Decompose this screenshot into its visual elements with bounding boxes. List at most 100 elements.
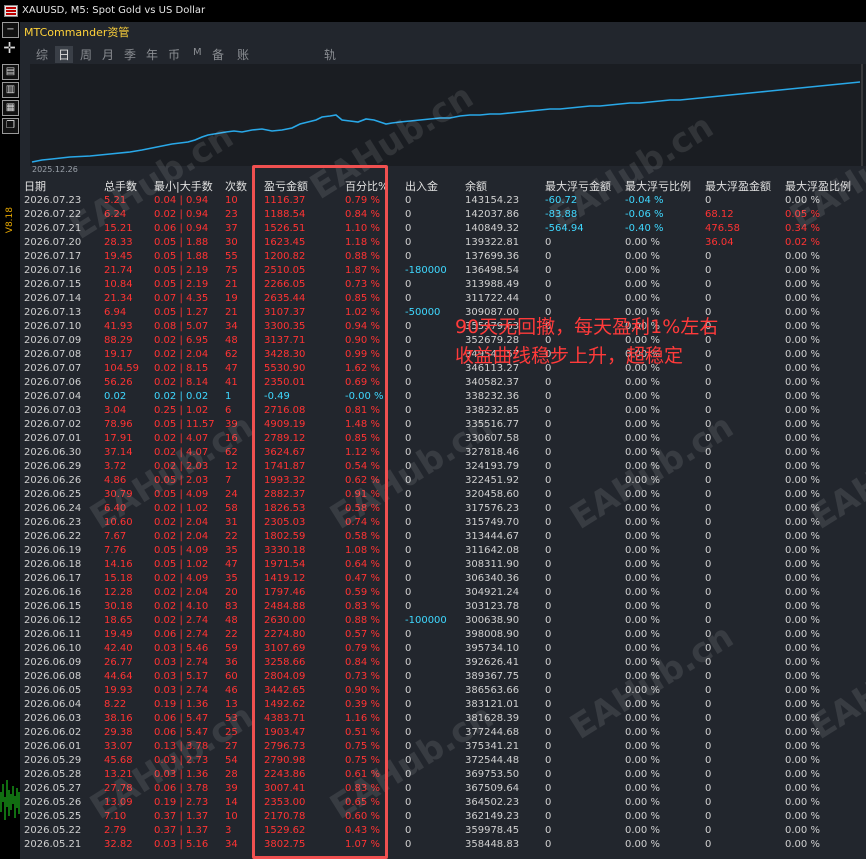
cell-max-float-profit-pct: 0.00 % (785, 293, 820, 304)
cell-total-lots: 41.93 (104, 321, 133, 332)
header-trades[interactable]: 次数 (225, 178, 247, 194)
cell-percent: 0.83 % (345, 601, 380, 612)
cell-total-lots: 2.79 (104, 825, 127, 836)
cell-max-float-loss: 0 (545, 405, 552, 416)
table-row[interactable]: 2026.07.22 6.24 0.02 | 0.94 23 1188.54 0.84 %… (20, 208, 866, 222)
table-row[interactable]: 2026.07.04 0.02 0.02 | 0.02 1 -0.49 -0.00 % 0 3… (20, 390, 866, 404)
table-row[interactable]: 2026.07.10 41.93 0.08 | 5.07 34 3300.35 0.94 … (20, 320, 866, 334)
table-row[interactable]: 2026.06.22 7.67 0.02 | 2.04 22 1802.59 0.58 %… (20, 530, 866, 544)
table-row[interactable]: 2026.05.25 7.10 0.37 | 1.37 10 2170.78 0.60 %… (20, 810, 866, 824)
cell-date: 2026.06.26 (24, 475, 82, 486)
cell-max-float-profit: 0 (705, 489, 712, 500)
table-row[interactable]: 2026.07.01 17.91 0.02 | 4.07 16 2789.12 0.85 … (20, 432, 866, 446)
tab-summary[interactable]: 综 (36, 46, 48, 63)
cell-pnl: 1826.53 (264, 503, 306, 514)
header-deposit[interactable]: 出入金 (405, 178, 438, 194)
table-row[interactable]: 2026.06.15 30.18 0.02 | 4.10 83 2484.88 0.83 … (20, 600, 866, 614)
header-max-float-profit-pct[interactable]: 最大浮盈比例 (785, 178, 851, 194)
minimize-icon[interactable]: − (2, 22, 19, 38)
table-row[interactable]: 2026.07.20 28.33 0.05 | 1.88 30 1623.45 1.18 … (20, 236, 866, 250)
table-row[interactable]: 2026.07.02 78.96 0.05 | 11.57 39 4909.19 1.48… (20, 418, 866, 432)
table-row[interactable]: 2026.07.23 5.21 0.04 | 0.94 10 1116.37 0.79 %… (20, 194, 866, 208)
table-row[interactable]: 2026.06.26 4.86 0.05 | 2.03 7 1993.32 0.62 % 0… (20, 474, 866, 488)
table-icon[interactable]: ▥ (2, 82, 19, 98)
table-row[interactable]: 2026.07.13 6.94 0.05 | 1.27 21 3107.37 1.02 %… (20, 306, 866, 320)
table-row[interactable]: 2026.06.25 30.79 0.05 | 4.09 24 2882.37 0.91 … (20, 488, 866, 502)
table-row[interactable]: 2026.06.03 38.16 0.06 | 5.47 53 4383.71 1.16 … (20, 712, 866, 726)
cell-max-float-loss: 0 (545, 769, 552, 780)
table-row[interactable]: 2026.06.29 3.72 0.02 | 2.03 12 1741.87 0.54 %… (20, 460, 866, 474)
table-row[interactable]: 2026.07.06 56.26 0.02 | 8.14 41 2350.01 0.69 … (20, 376, 866, 390)
header-balance[interactable]: 余额 (465, 178, 487, 194)
table-row[interactable]: 2026.05.27 27.78 0.06 | 3.78 39 3007.41 0.83 … (20, 782, 866, 796)
grid-icon[interactable]: ▦ (2, 100, 19, 116)
cell-percent: 0.75 % (345, 755, 380, 766)
table-row[interactable]: 2026.06.18 14.16 0.05 | 1.02 47 1971.54 0.64 … (20, 558, 866, 572)
cell-max-float-profit-pct: 0.00 % (785, 839, 820, 850)
cell-max-float-profit: 0 (705, 685, 712, 696)
cell-pnl: 3428.30 (264, 349, 306, 360)
header-max-float-profit[interactable]: 最大浮盈金额 (705, 178, 771, 194)
cell-percent: 0.60 % (345, 811, 380, 822)
table-row[interactable]: 2026.05.21 32.82 0.03 | 5.16 34 3802.75 1.07 … (20, 838, 866, 852)
header-max-float-loss[interactable]: 最大浮亏金额 (545, 178, 611, 194)
table-row[interactable]: 2026.07.08 19.17 0.02 | 2.04 62 3428.30 0.99 … (20, 348, 866, 362)
table-row[interactable]: 2026.06.11 19.49 0.06 | 2.74 22 2274.80 0.57 … (20, 628, 866, 642)
table-row[interactable]: 2026.06.12 18.65 0.02 | 2.74 48 2630.00 0.88 … (20, 614, 866, 628)
table-row[interactable]: 2026.06.04 8.22 0.19 | 1.36 13 1492.62 0.39 %… (20, 698, 866, 712)
cell-percent: 0.57 % (345, 629, 380, 640)
table-row[interactable]: 2026.07.16 21.74 0.05 | 2.19 75 2510.05 1.87 … (20, 264, 866, 278)
tab-weekly[interactable]: 周 (80, 46, 92, 63)
table-row[interactable]: 2026.05.29 45.68 0.03 | 2.73 54 2790.98 0.75 … (20, 754, 866, 768)
cell-min-max-lots: 0.19 | 2.73 (154, 797, 209, 808)
table-row[interactable]: 2026.06.19 7.76 0.05 | 4.09 35 3330.18 1.08 %… (20, 544, 866, 558)
table-row[interactable]: 2026.06.01 33.07 0.13 | 3.78 27 2796.73 0.75 … (20, 740, 866, 754)
cell-max-float-loss: 0 (545, 279, 552, 290)
table-row[interactable]: 2026.06.02 29.38 0.06 | 5.47 25 1903.47 0.51 … (20, 726, 866, 740)
cell-min-max-lots: 0.02 | 4.10 (154, 601, 209, 612)
cell-balance: 137699.36 (465, 251, 520, 262)
table-row[interactable]: 2026.06.05 19.93 0.03 | 2.74 46 3442.65 0.90 … (20, 684, 866, 698)
tab-notes[interactable]: 备 (212, 46, 224, 63)
cell-pnl: 1993.32 (264, 475, 306, 486)
table-row[interactable]: 2026.06.10 42.40 0.03 | 5.46 59 3107.69 0.79 … (20, 642, 866, 656)
table-row[interactable]: 2026.06.30 37.14 0.02 | 4.07 62 3624.67 1.12 … (20, 446, 866, 460)
tab-daily[interactable]: 日 (55, 46, 74, 63)
table-row[interactable]: 2026.05.26 13.09 0.19 | 2.73 14 2353.00 0.65 … (20, 796, 866, 810)
tab-quarterly[interactable]: 季 (124, 46, 136, 63)
table-row[interactable]: 2026.07.21 15.21 0.06 | 0.94 37 1526.51 1.10 … (20, 222, 866, 236)
cell-max-float-profit-pct: 0.00 % (785, 419, 820, 430)
table-row[interactable]: 2026.07.03 3.04 0.25 | 1.02 6 2716.08 0.81 % 0… (20, 404, 866, 418)
header-max-float-loss-pct[interactable]: 最大浮亏比例 (625, 178, 691, 194)
table-row[interactable]: 2026.07.17 19.45 0.05 | 1.88 55 1200.82 0.88 … (20, 250, 866, 264)
header-percent[interactable]: 百分比% (345, 178, 388, 194)
table-row[interactable]: 2026.07.15 10.84 0.05 | 2.19 21 2266.05 0.73 … (20, 278, 866, 292)
table-row[interactable]: 2026.06.09 26.77 0.03 | 2.74 36 3258.66 0.84 … (20, 656, 866, 670)
restore-icon[interactable]: ❐ (2, 118, 19, 134)
table-row[interactable]: 2026.07.09 88.29 0.02 | 6.95 48 3137.71 0.90 … (20, 334, 866, 348)
table-row[interactable]: 2026.06.23 10.60 0.02 | 2.04 31 2305.03 0.74 … (20, 516, 866, 530)
table-row[interactable]: 2026.06.08 44.64 0.03 | 5.17 60 2804.09 0.73 … (20, 670, 866, 684)
header-total-lots[interactable]: 总手数 (104, 178, 137, 194)
table-row[interactable]: 2026.06.24 6.40 0.02 | 1.02 58 1826.53 0.58 %… (20, 502, 866, 516)
cell-percent: 0.90 % (345, 335, 380, 346)
cell-trades: 53 (225, 713, 238, 724)
chart-icon[interactable]: ▤ (2, 64, 19, 80)
header-pnl[interactable]: 盈亏金额 (264, 178, 308, 194)
cell-pnl: 2510.05 (264, 265, 306, 276)
table-row[interactable]: 2026.06.17 15.18 0.02 | 4.09 35 1419.12 0.47 … (20, 572, 866, 586)
header-date[interactable]: 日期 (24, 178, 46, 194)
tab-yearly[interactable]: 年 (146, 46, 158, 63)
crosshair-icon[interactable]: ✛ (2, 41, 17, 56)
tab-magic[interactable]: M (193, 47, 202, 58)
header-min-max-lots[interactable]: 最小|大手数 (154, 178, 213, 194)
tab-monthly[interactable]: 月 (102, 46, 114, 63)
cell-max-float-profit: 0 (705, 657, 712, 668)
table-row[interactable]: 2026.05.28 13.21 0.03 | 1.36 28 2243.86 0.61 … (20, 768, 866, 782)
table-row[interactable]: 2026.06.16 12.28 0.02 | 2.04 20 1797.46 0.59 … (20, 586, 866, 600)
table-row[interactable]: 2026.07.14 21.34 0.07 | 4.35 19 2635.44 0.85 … (20, 292, 866, 306)
cell-percent: 0.85 % (345, 293, 380, 304)
table-row[interactable]: 2026.07.07 104.59 0.02 | 8.15 47 5530.90 1.62… (20, 362, 866, 376)
table-row[interactable]: 2026.05.22 2.79 0.37 | 1.37 3 1529.62 0.43 % 0… (20, 824, 866, 838)
tab-currency[interactable]: 币 (168, 46, 180, 63)
